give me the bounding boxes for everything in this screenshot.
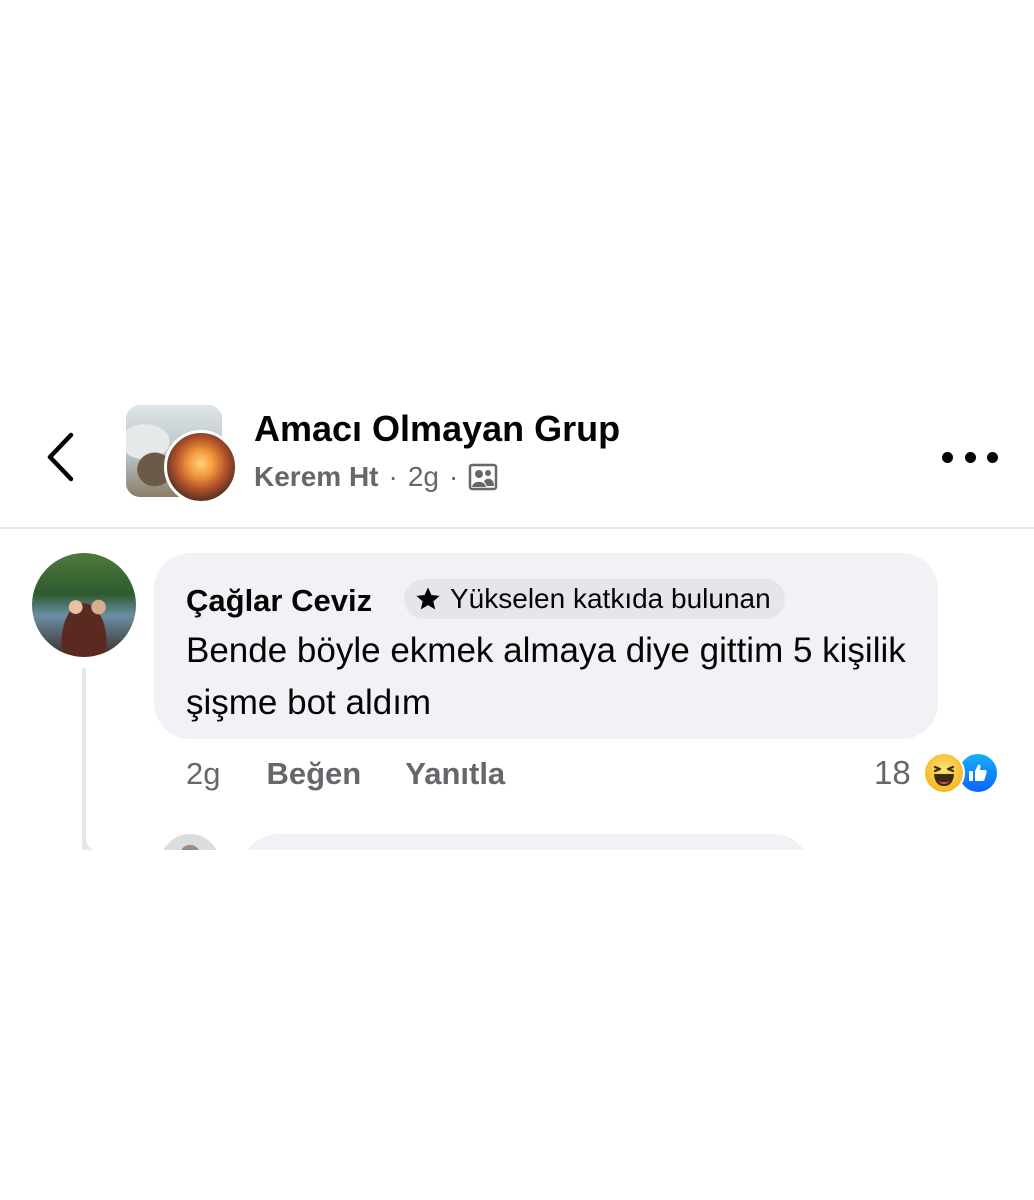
chevron-left-icon xyxy=(47,432,74,482)
post-time[interactable]: 2g xyxy=(408,461,439,493)
post-meta: Kerem Ht · 2g · xyxy=(254,461,498,493)
thread-connector xyxy=(82,826,122,850)
comment-bubble: Çağlar Ceviz Yükselen katkıda bulunan Be… xyxy=(154,553,938,739)
comment-time[interactable]: 2g xyxy=(186,756,220,792)
star-icon xyxy=(414,585,442,613)
haha-icon xyxy=(922,752,965,794)
more-options-icon xyxy=(942,451,953,463)
reply-bubble xyxy=(242,834,810,850)
group-name[interactable]: Amacı Olmayan Grup xyxy=(254,408,620,450)
badge-label: Yükselen katkıda bulunan xyxy=(450,583,771,614)
meta-separator: · xyxy=(388,461,398,492)
comment-text: Bende böyle ekmek almaya diye gittim 5 k… xyxy=(186,631,906,722)
next-reply-preview xyxy=(0,826,1034,850)
reply-avatar[interactable] xyxy=(160,834,220,850)
post-header: Amacı Olmayan Grup Kerem Ht · 2g · xyxy=(0,395,1034,529)
commenter-name[interactable]: Çağlar Ceviz xyxy=(186,583,372,619)
post-author[interactable]: Kerem Ht xyxy=(254,461,378,493)
reply-button[interactable]: Yanıtla xyxy=(405,756,505,792)
thread-line xyxy=(82,668,86,850)
comment-actions: 2g Beğen Yanıtla xyxy=(186,756,505,792)
reaction-summary[interactable]: 18 xyxy=(874,752,999,794)
more-options-button[interactable] xyxy=(942,443,998,471)
back-button[interactable] xyxy=(38,427,82,487)
group-members-icon xyxy=(469,463,498,491)
commenter-avatar[interactable] xyxy=(32,553,136,657)
author-avatar[interactable] xyxy=(164,430,238,504)
contributor-badge[interactable]: Yükselen katkıda bulunan xyxy=(404,579,785,619)
reaction-count: 18 xyxy=(874,754,911,791)
like-button[interactable]: Beğen xyxy=(266,756,361,792)
meta-separator: · xyxy=(448,461,459,492)
